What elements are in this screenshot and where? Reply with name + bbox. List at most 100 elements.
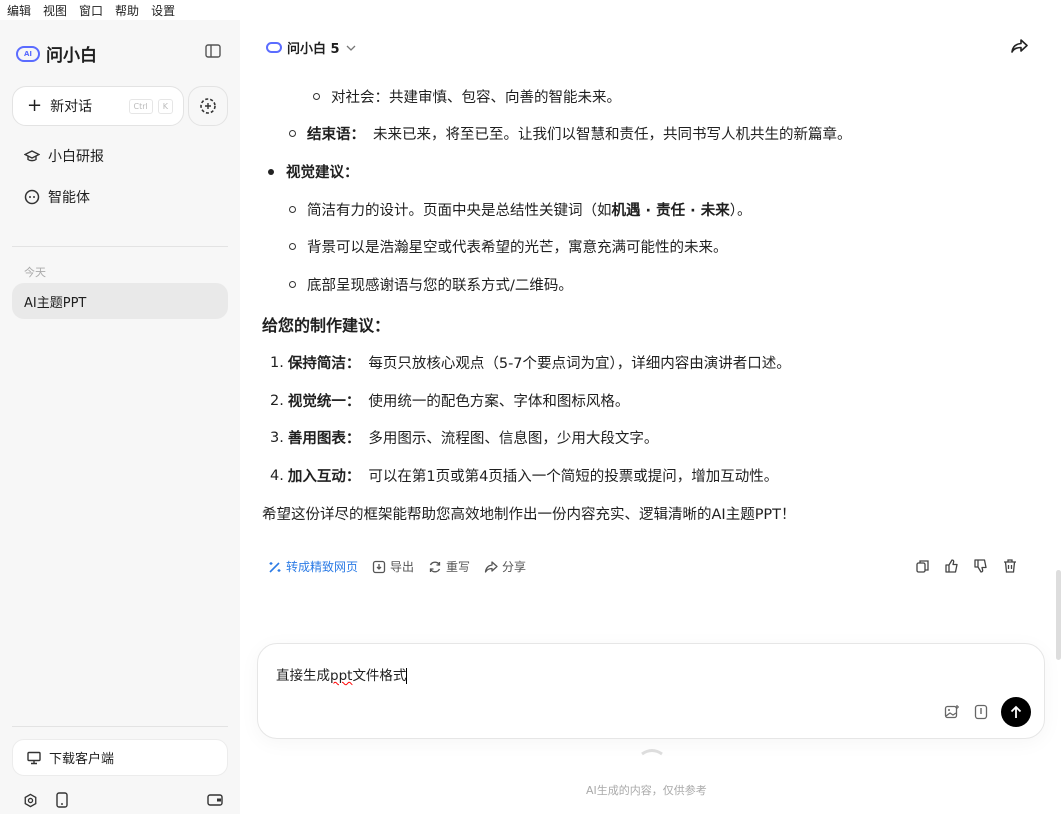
plus-icon: +: [27, 95, 43, 116]
download-label: 下载客户端: [49, 752, 115, 767]
tip-text: 使用统一的配色方案、字体和图标风格。: [368, 394, 630, 410]
image-upload-icon[interactable]: [944, 704, 960, 720]
bullet-circle: [313, 93, 320, 100]
chevron-down-icon: [346, 45, 356, 51]
new-chat-label: 新对话: [50, 99, 93, 115]
bullet-circle: [289, 206, 296, 213]
kbd-k: K: [157, 98, 173, 114]
thumbs-down-icon[interactable]: [973, 558, 989, 574]
download-client-button[interactable]: 下载客户端: [12, 739, 228, 776]
nav-research[interactable]: 小白研报: [24, 146, 104, 166]
input-text-part: 文件格式: [352, 668, 407, 684]
new-chat-button[interactable]: + 新对话 Ctrl K: [12, 86, 184, 126]
rewrite-button[interactable]: 重写: [428, 558, 470, 575]
app-logo: AI 问小白: [16, 41, 97, 66]
kbd-ctrl: Ctrl: [128, 98, 153, 114]
tip-text: 每页只放核心观点（5-7个要点词为宜），详细内容由演讲者口述。: [368, 356, 791, 372]
app-name: 问小白: [46, 46, 97, 66]
disclaimer: AI生成的内容，仅供参考: [586, 784, 707, 797]
robot-icon: [24, 189, 40, 205]
chat-input[interactable]: 直接生成ppt文件格式: [257, 643, 1045, 739]
section-heading: 给您的制作建议：: [262, 316, 391, 335]
thumbs-up-icon[interactable]: [944, 558, 960, 574]
monitor-icon: [27, 751, 41, 764]
input-text-part: 直接生成: [276, 668, 330, 684]
menu-window[interactable]: 窗口: [79, 2, 103, 19]
divider: [12, 726, 228, 727]
mobile-button[interactable]: [53, 791, 71, 809]
menu-view[interactable]: 视图: [43, 2, 67, 19]
trash-icon[interactable]: [1002, 558, 1018, 574]
settings-button[interactable]: [21, 791, 39, 809]
phone-icon: [56, 792, 68, 808]
list-item-text: 底部呈现感谢语与您的联系方式/二维码。: [307, 278, 573, 294]
list-item-text: 未来已来，将至已至。让我们以智慧和责任，共同书写人机共生的新篇章。: [373, 127, 852, 143]
divider: [12, 246, 228, 247]
arrow-up-icon: [1010, 705, 1022, 718]
list-item-label: 视觉建议：: [286, 165, 359, 181]
bullet-circle: [289, 243, 296, 250]
dashed-circle-plus-icon: [200, 98, 216, 114]
menu-edit[interactable]: 编辑: [7, 2, 31, 19]
tip-text: 多用图示、流程图、信息图，少用大段文字。: [368, 431, 659, 447]
model-name: 问小白 5: [287, 42, 340, 57]
bullet-circle: [289, 281, 296, 288]
model-logo-icon: [266, 42, 282, 53]
text-caret: [406, 668, 408, 684]
wallet-icon: [207, 794, 223, 806]
keywords: 机遇 · 责任 · 未来: [611, 203, 730, 219]
list-item-text: 背景可以是浩瀚星空或代表希望的光芒，寓意充满可能性的未来。: [307, 240, 728, 256]
menu-help[interactable]: 帮助: [115, 2, 139, 19]
message-actions: 转成精致网页 导出 重写 分享: [268, 558, 526, 575]
export-label: 导出: [390, 560, 415, 574]
nav-agents[interactable]: 智能体: [24, 187, 90, 207]
tip-text: 可以在第1页或第4页插入一个简短的投票或提问，增加互动性。: [368, 469, 779, 485]
menu-bar: 编辑 视图 窗口 帮助 设置: [0, 0, 240, 20]
sidebar-panel-icon: [205, 44, 221, 58]
magic-wand-icon: [269, 561, 281, 573]
model-selector[interactable]: 问小白 5: [266, 38, 357, 57]
share-conversation-button[interactable]: [1010, 37, 1030, 59]
sidebar-toggle-button[interactable]: [198, 36, 228, 66]
list-item: 对社会：共建审慎、包容、向善的智能未来。: [313, 86, 621, 107]
export-button[interactable]: 导出: [372, 558, 414, 575]
section-today: 今天: [24, 266, 46, 279]
tip-number: 1.: [270, 354, 284, 371]
gear-icon: [24, 793, 36, 807]
tip-item: 4. 加入互动： 可以在第1页或第4页插入一个简短的投票或提问，增加互动性。: [270, 465, 778, 486]
tip-item: 2. 视觉统一： 使用统一的配色方案、字体和图标风格。: [270, 390, 629, 411]
wallet-button[interactable]: [206, 791, 224, 809]
tip-item: 1. 保持简洁： 每页只放核心观点（5-7个要点词为宜），详细内容由演讲者口述。: [270, 352, 791, 373]
input-text-misspelled: ppt: [330, 668, 353, 684]
nav-research-label: 小白研报: [48, 149, 104, 165]
tip-label: 保持简洁：: [287, 356, 361, 372]
bullet-disc: [268, 168, 274, 175]
expand-chevron-icon[interactable]: [640, 748, 664, 756]
to-webpage-button[interactable]: 转成精致网页: [268, 558, 358, 575]
nav-agents-label: 智能体: [48, 190, 90, 206]
list-item-text: 对社会：共建审慎、包容、向善的智能未来。: [331, 90, 621, 106]
refresh-icon: [429, 561, 441, 572]
copy-icon[interactable]: [915, 558, 931, 574]
scrollbar[interactable]: [1056, 570, 1061, 660]
history-item-label: AI主题PPT: [24, 295, 87, 311]
menu-settings[interactable]: 设置: [151, 2, 175, 19]
feedback-actions: [915, 558, 1018, 574]
tip-label: 加入互动：: [287, 469, 361, 485]
chat-input-text[interactable]: 直接生成ppt文件格式: [276, 664, 408, 684]
graduation-cap-icon: [24, 150, 40, 162]
list-item-text: ）。: [729, 203, 752, 219]
tip-label: 善用图表：: [287, 431, 361, 447]
share-icon: [484, 560, 498, 573]
sidebar: AI 问小白 + 新对话 Ctrl K 小白研报 智能体 今天 AI主题PPT 下…: [0, 20, 240, 814]
send-button[interactable]: [1001, 697, 1031, 727]
list-item-label: 结束语：: [307, 127, 365, 143]
history-item[interactable]: AI主题PPT: [12, 283, 228, 319]
attachment-icon[interactable]: [974, 704, 988, 720]
share-button[interactable]: 分享: [484, 558, 526, 575]
tip-number: 4.: [270, 467, 284, 484]
download-icon: [372, 560, 386, 573]
tip-number: 2.: [270, 392, 284, 409]
new-session-button[interactable]: [188, 86, 228, 126]
logo-icon: AI: [16, 45, 40, 62]
